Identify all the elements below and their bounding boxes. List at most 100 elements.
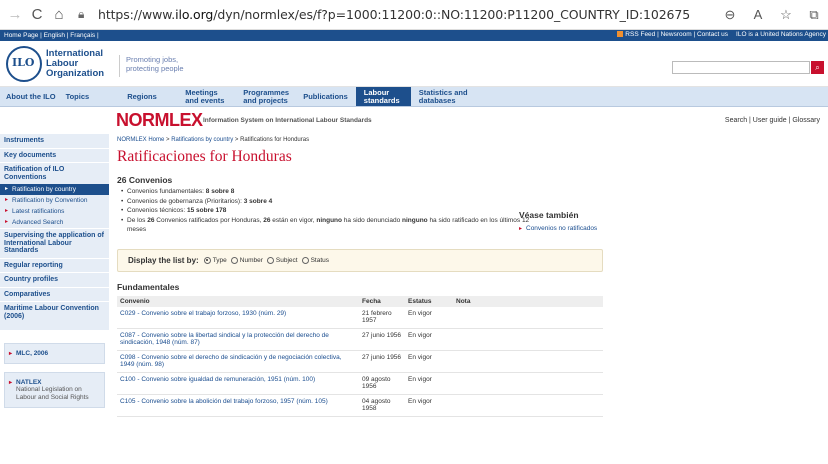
radio-subject[interactable]: Subject bbox=[266, 256, 298, 264]
nav-publications[interactable]: Publications bbox=[295, 87, 356, 106]
collections-icon[interactable]: ⧉ bbox=[806, 7, 822, 23]
reload-icon[interactable]: C bbox=[26, 6, 48, 23]
unratified-conventions-link[interactable]: Convenios no ratificados bbox=[519, 225, 619, 233]
page-title: Ratificaciones for Honduras bbox=[117, 148, 292, 165]
nav-statistics[interactable]: Statistics and databases bbox=[411, 87, 477, 106]
ratification-date: 21 febrero 1957 bbox=[359, 306, 405, 329]
sidebar-item-advanced[interactable]: Advanced Search bbox=[0, 217, 109, 228]
summary-governance: Convenios de gobernanza (Prioritarios): … bbox=[121, 197, 531, 207]
rss-icon bbox=[617, 31, 624, 38]
nav-programmes[interactable]: Programmes and projects bbox=[235, 87, 295, 106]
ratification-date: 27 junio 1956 bbox=[359, 328, 405, 351]
read-aloud-icon[interactable]: A bbox=[750, 7, 766, 23]
favorite-star-icon[interactable]: ☆ bbox=[778, 7, 794, 23]
site-header: International Labour Organization Promot… bbox=[0, 41, 828, 87]
main-content: NORMLEX Home > Ratifications by country … bbox=[109, 134, 828, 417]
browser-toolbar: → C ⌂ 🔒︎ https://www.ilo.org/dyn/normlex… bbox=[0, 0, 828, 30]
convention-name[interactable]: - Convenio sobre la libertad sindical y … bbox=[120, 332, 329, 347]
url-prefix: https://www. bbox=[98, 7, 176, 22]
main-nav: About the ILO Topics Regions Meetings an… bbox=[0, 87, 828, 107]
table-header-row: Convenio Fecha Estatus Nota bbox=[117, 295, 603, 307]
sidebar-item-ratification[interactable]: Ratification of ILO Conventions bbox=[0, 163, 109, 184]
url-path: /dyn/normlex/es/f?p=1000:11200:0::NO:112… bbox=[213, 7, 691, 22]
utility-bar: Home Page | English | Français | RSS Fee… bbox=[0, 30, 828, 41]
convention-name[interactable]: - Convenio sobre la abolición del trabaj… bbox=[136, 398, 327, 405]
summary-status: De los 26 Convenios ratificados por Hond… bbox=[121, 216, 531, 235]
convention-status: En vigor bbox=[405, 394, 453, 417]
radio-unchecked-icon bbox=[266, 256, 274, 264]
un-agency-link[interactable]: ILO is a United Nations Agency bbox=[736, 31, 826, 38]
site-info-icon[interactable]: 🔒︎ bbox=[78, 7, 92, 22]
nav-about[interactable]: About the ILO bbox=[0, 87, 64, 106]
sidebar-item-latest[interactable]: Latest ratifications bbox=[0, 206, 109, 217]
convention-status: En vigor bbox=[405, 372, 453, 395]
convention-link[interactable]: C105 bbox=[120, 398, 136, 405]
sidebar-item-supervising[interactable]: Supervising the application of Internati… bbox=[0, 229, 109, 258]
normlex-logo[interactable]: NORMLEX bbox=[116, 110, 203, 131]
site-search-input[interactable] bbox=[672, 61, 810, 74]
convention-status: En vigor bbox=[405, 350, 453, 373]
header-estatus: Estatus bbox=[408, 297, 432, 305]
sidebar-item-by-convention[interactable]: Ratification by Convention bbox=[0, 195, 109, 206]
natlex-link[interactable]: NATLEX bbox=[9, 379, 100, 386]
tagline-line1: Promoting jobs, bbox=[126, 55, 179, 64]
sidebar-item-profiles[interactable]: Country profiles bbox=[0, 273, 109, 287]
home-icon[interactable]: ⌂ bbox=[48, 6, 70, 23]
breadcrumb-by-country[interactable]: Ratifications by country bbox=[171, 137, 233, 143]
address-bar[interactable]: https://www.ilo.org/dyn/normlex/es/f?p=1… bbox=[98, 7, 690, 22]
nav-topics[interactable]: Topics bbox=[64, 87, 98, 106]
ratification-date: 09 agosto 1956 bbox=[359, 372, 405, 395]
convention-status: En vigor bbox=[405, 306, 453, 329]
search-icon[interactable]: ⌕ bbox=[811, 61, 824, 74]
zoom-icon[interactable]: ⊖ bbox=[722, 7, 738, 23]
sidebar-item-by-country[interactable]: Ratification by country bbox=[0, 184, 109, 195]
see-also-box: Véase también Convenios no ratificados bbox=[519, 210, 619, 233]
table-row: C029 - Convenio sobre el trabajo forzoso… bbox=[117, 306, 603, 329]
convention-link[interactable]: C098 bbox=[120, 354, 136, 361]
table-row: C087 - Convenio sobre la libertad sindic… bbox=[117, 328, 603, 351]
convention-link[interactable]: C087 bbox=[120, 332, 136, 339]
sidebar-item-instruments[interactable]: Instruments bbox=[0, 134, 109, 148]
convention-name[interactable]: - Convenio sobre el trabajo forzoso, 193… bbox=[136, 310, 286, 317]
mlc-link[interactable]: MLC, 2006 bbox=[9, 350, 100, 357]
convention-link[interactable]: C029 bbox=[120, 310, 136, 317]
nav-labour-standards[interactable]: Labour standards bbox=[355, 87, 411, 106]
radio-type[interactable]: Type bbox=[203, 256, 227, 264]
sidebar-item-maritime[interactable]: Maritime Labour Convention (2006) bbox=[0, 302, 109, 330]
radio-status[interactable]: Status bbox=[301, 256, 329, 264]
radio-unchecked-icon bbox=[301, 256, 309, 264]
summary-list: Convenios fundamentales: 8 sobre 8 Conve… bbox=[121, 187, 531, 235]
convention-link[interactable]: C100 bbox=[120, 376, 136, 383]
natlex-description: National Legislation on Labour and Socia… bbox=[16, 386, 89, 401]
convention-status: En vigor bbox=[405, 328, 453, 351]
table-row: C105 - Convenio sobre la abolición del t… bbox=[117, 394, 603, 417]
convention-name[interactable]: - Convenio sobre el derecho de sindicaci… bbox=[120, 354, 342, 369]
tagline: Promoting jobs, protecting people bbox=[119, 55, 184, 77]
convention-note bbox=[453, 306, 603, 329]
sidebar-item-comparatives[interactable]: Comparatives bbox=[0, 288, 109, 302]
sidebar-item-regular[interactable]: Regular reporting bbox=[0, 259, 109, 273]
natlex-box[interactable]: NATLEX National Legislation on Labour an… bbox=[4, 372, 105, 408]
conventions-table: Convenio Fecha Estatus Nota C029 - Conve… bbox=[117, 295, 603, 417]
home-language-links[interactable]: Home Page | English | Français | bbox=[4, 32, 99, 39]
ilo-globe-icon bbox=[6, 46, 42, 82]
ratification-date: 04 agosto 1958 bbox=[359, 394, 405, 417]
radio-number[interactable]: Number bbox=[230, 256, 263, 264]
header-convenio: Convenio bbox=[120, 297, 150, 305]
sidebar-item-key-documents[interactable]: Key documents bbox=[0, 149, 109, 163]
nav-meetings[interactable]: Meetings and events bbox=[177, 87, 235, 106]
convention-name[interactable]: - Convenio sobre igualdad de remuneració… bbox=[136, 376, 315, 383]
mlc-box[interactable]: MLC, 2006 bbox=[4, 343, 105, 364]
normlex-links[interactable]: Search | User guide | Glossary bbox=[725, 117, 820, 124]
summary-technical: Convenios técnicos: 15 sobre 178 bbox=[121, 206, 531, 216]
rss-links[interactable]: RSS Feed | Newsroom | Contact us bbox=[617, 31, 728, 38]
convention-note bbox=[453, 372, 603, 395]
breadcrumb-home[interactable]: NORMLEX Home bbox=[117, 137, 164, 143]
header-nota: Nota bbox=[456, 297, 471, 305]
ilo-logo[interactable]: International Labour Organization bbox=[6, 46, 104, 82]
normlex-header: NORMLEX Information System on Internatio… bbox=[0, 107, 828, 134]
see-also-title: Véase también bbox=[519, 210, 579, 220]
convention-count: 26 Convenios bbox=[117, 175, 173, 185]
nav-regions[interactable]: Regions bbox=[119, 87, 177, 106]
back-arrow-icon[interactable]: → bbox=[4, 6, 26, 23]
